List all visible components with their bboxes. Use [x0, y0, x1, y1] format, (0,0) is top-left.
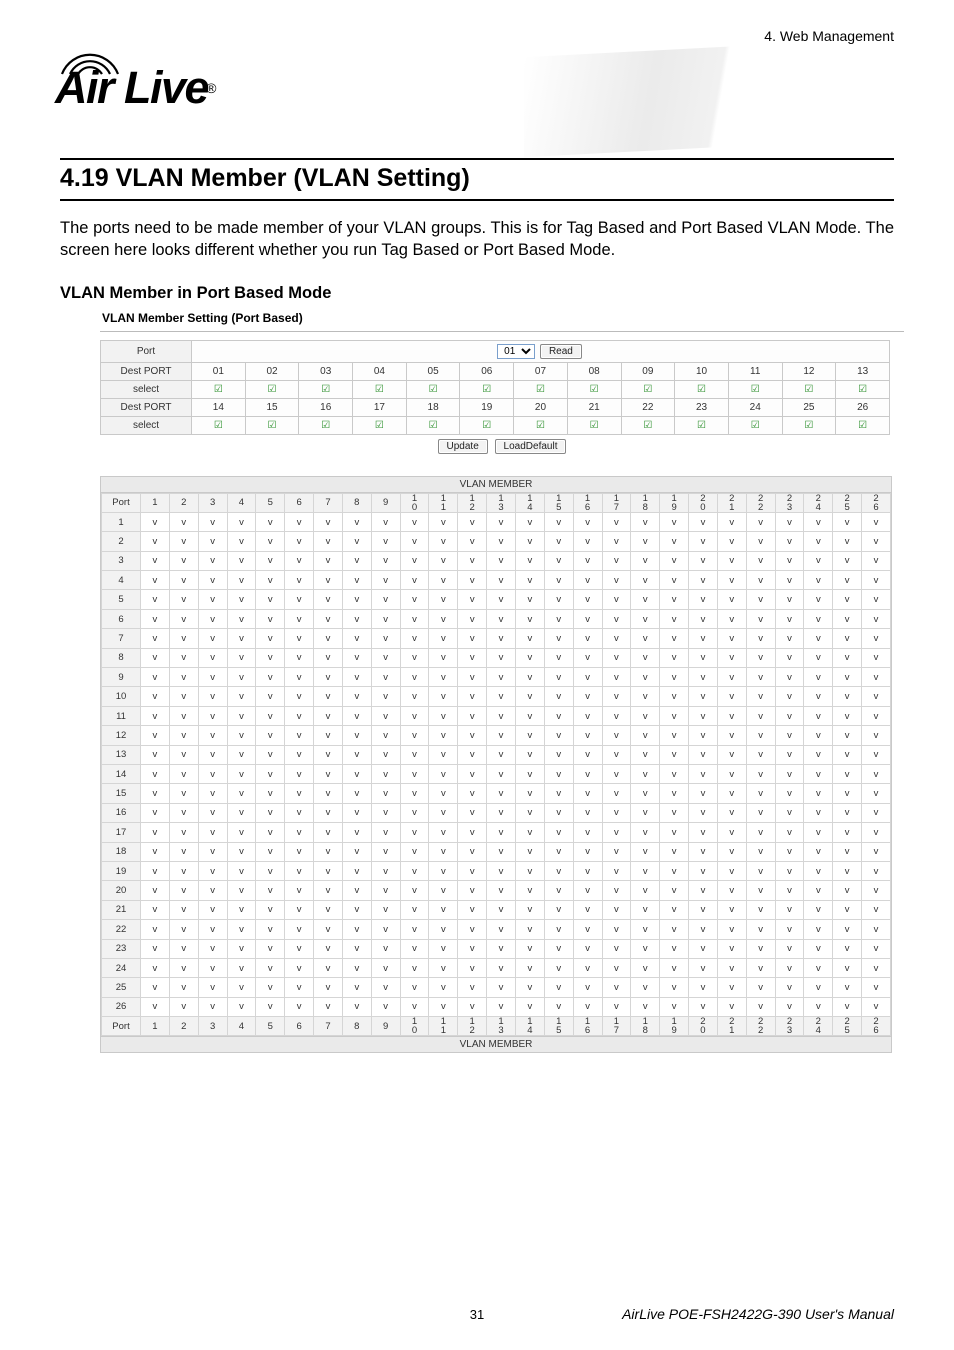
- matrix-row: 25vvvvvvvvvvvvvvvvvvvvvvvvvv: [102, 978, 891, 997]
- port-select-table: Port 01 Read Dest PORT 01020304050607080…: [100, 340, 890, 435]
- loaddefault-button[interactable]: LoadDefault: [495, 439, 567, 454]
- matrix-row: 11vvvvvvvvvvvvvvvvvvvvvvvvvv: [102, 706, 891, 725]
- matrix-row: 17vvvvvvvvvvvvvvvvvvvvvvvvvv: [102, 823, 891, 842]
- matrix-row: 26vvvvvvvvvvvvvvvvvvvvvvvvvv: [102, 997, 891, 1016]
- matrix-row: 14vvvvvvvvvvvvvvvvvvvvvvvvvv: [102, 765, 891, 784]
- vlan-member-matrix: VLAN MEMBER Port123456789101112131415161…: [100, 476, 892, 1054]
- select-row-1: select ☑☑☑☑☑☑☑☑☑☑☑☑☑: [101, 380, 890, 398]
- matrix-row: 2vvvvvvvvvvvvvvvvvvvvvvvvvv: [102, 532, 891, 551]
- matrix-row: 16vvvvvvvvvvvvvvvvvvvvvvvvvv: [102, 803, 891, 822]
- matrix-row: 9vvvvvvvvvvvvvvvvvvvvvvvvvv: [102, 668, 891, 687]
- update-button[interactable]: Update: [438, 439, 488, 454]
- destport-row-2: Dest PORT 14151617181920212223242526: [101, 398, 890, 416]
- matrix-row: 8vvvvvvvvvvvvvvvvvvvvvvvvvv: [102, 648, 891, 667]
- subheading: VLAN Member in Port Based Mode: [60, 284, 894, 303]
- checkbox-icon[interactable]: ☑: [214, 384, 223, 395]
- matrix-row: 21vvvvvvvvvvvvvvvvvvvvvvvvvv: [102, 900, 891, 919]
- matrix-row: 10vvvvvvvvvvvvvvvvvvvvvvvvvv: [102, 687, 891, 706]
- matrix-row: 24vvvvvvvvvvvvvvvvvvvvvvvvvv: [102, 958, 891, 977]
- matrix-row: 15vvvvvvvvvvvvvvvvvvvvvvvvvv: [102, 784, 891, 803]
- matrix-row: 19vvvvvvvvvvvvvvvvvvvvvvvvvv: [102, 861, 891, 880]
- breadcrumb: 4. Web Management: [764, 28, 894, 44]
- matrix-row: 6vvvvvvvvvvvvvvvvvvvvvvvvvv: [102, 609, 891, 628]
- matrix-row: 13vvvvvvvvvvvvvvvvvvvvvvvvvv: [102, 745, 891, 764]
- intro-paragraph: The ports need to be made member of your…: [60, 217, 894, 262]
- matrix-row: 1vvvvvvvvvvvvvvvvvvvvvvvvvv: [102, 512, 891, 531]
- screenshot-title: VLAN Member Setting (Port Based): [102, 311, 904, 325]
- matrix-header-bottom: VLAN MEMBER: [101, 1036, 891, 1052]
- matrix-row: 3vvvvvvvvvvvvvvvvvvvvvvvvvv: [102, 551, 891, 570]
- matrix-row: 7vvvvvvvvvvvvvvvvvvvvvvvvvv: [102, 629, 891, 648]
- screenshot-vlan-member: VLAN Member Setting (Port Based) Port 01…: [100, 311, 904, 1054]
- matrix-row: 4vvvvvvvvvvvvvvvvvvvvvvvvvv: [102, 571, 891, 590]
- matrix-row: 12vvvvvvvvvvvvvvvvvvvvvvvvvv: [102, 726, 891, 745]
- destport-row-1: Dest PORT 01020304050607080910111213: [101, 362, 890, 380]
- matrix-row: 22vvvvvvvvvvvvvvvvvvvvvvvvvv: [102, 920, 891, 939]
- read-button[interactable]: Read: [540, 344, 582, 359]
- matrix-row: 20vvvvvvvvvvvvvvvvvvvvvvvvvv: [102, 881, 891, 900]
- port-label-cell: Port: [101, 340, 192, 362]
- matrix-row: 23vvvvvvvvvvvvvvvvvvvvvvvvvv: [102, 939, 891, 958]
- matrix-row: 18vvvvvvvvvvvvvvvvvvvvvvvvvv: [102, 842, 891, 861]
- select-row-2: select ☑☑☑☑☑☑☑☑☑☑☑☑☑: [101, 416, 890, 434]
- port-dropdown[interactable]: 01: [497, 344, 535, 359]
- manual-title: AirLive POE-FSH2422G-390 User's Manual: [622, 1306, 894, 1322]
- matrix-header-top: VLAN MEMBER: [101, 477, 891, 493]
- brand-logo: Air Live®: [55, 62, 218, 114]
- section-heading: 4.19 VLAN Member (VLAN Setting): [60, 158, 894, 201]
- matrix-row: 5vvvvvvvvvvvvvvvvvvvvvvvvvv: [102, 590, 891, 609]
